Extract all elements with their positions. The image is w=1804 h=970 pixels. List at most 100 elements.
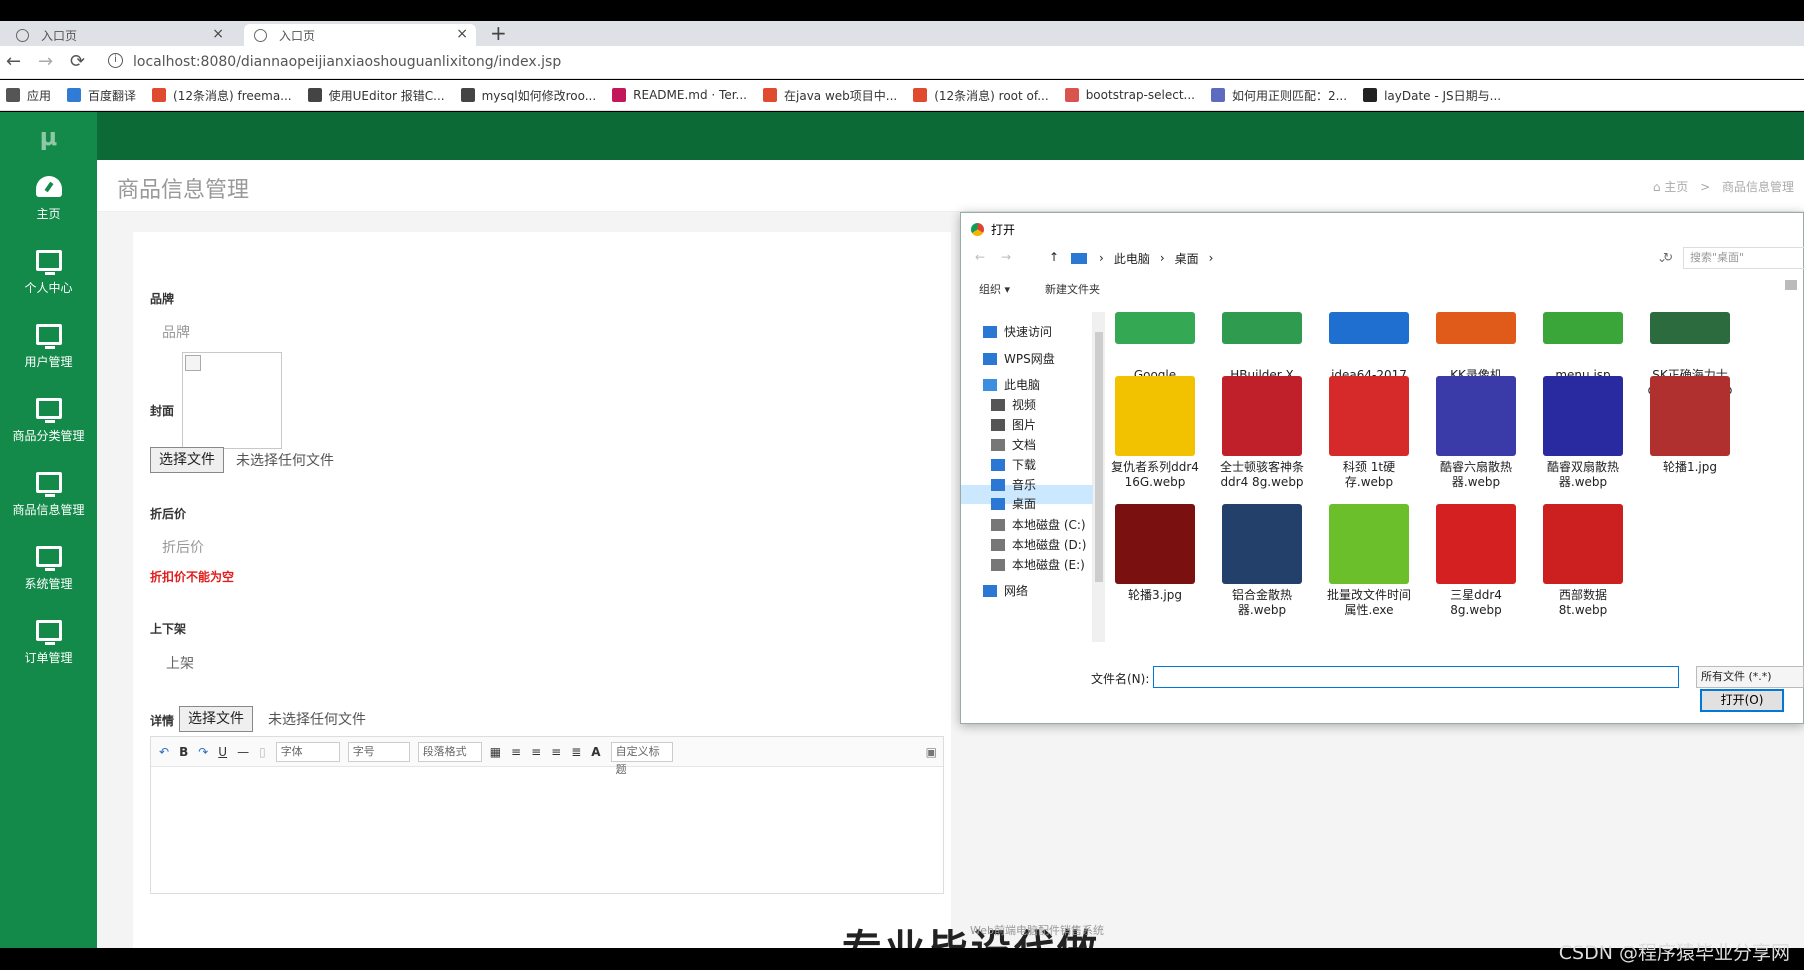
tree-item[interactable]: 图片	[991, 416, 1036, 433]
detail-choose-file-button[interactable]: 选择文件	[179, 706, 253, 732]
rich-text-editor[interactable]: ↶ B ↷ U — ▯ 字体 字号 段落格式 ▦ ≡ ≡ ≡ ≣ A 自定义标题	[150, 736, 944, 894]
bookmark-item[interactable]: (12条消息) root of...	[913, 87, 1049, 104]
sidebar-item[interactable]: 订单管理	[0, 606, 97, 680]
file-item[interactable]: 西部数据8t.webp	[1539, 502, 1627, 618]
reload-icon[interactable]: ⟳	[70, 51, 85, 72]
file-item[interactable]: idea64-2017	[1325, 312, 1413, 383]
tree-item[interactable]: 视频	[991, 396, 1036, 413]
filetype-select[interactable]: 所有文件 (*.*)	[1696, 666, 1804, 688]
undo-icon[interactable]: ↶	[159, 745, 169, 759]
file-item[interactable]: 轮播3.jpg	[1111, 502, 1199, 603]
sidebar-item[interactable]: 商品信息管理	[0, 458, 97, 532]
bookmark-item[interactable]: mysql如何修改roo...	[460, 87, 596, 104]
tree-item[interactable]: 桌面	[991, 495, 1036, 512]
custom-title-select[interactable]: 自定义标题	[610, 741, 673, 776]
align-right-icon[interactable]: ≡	[551, 745, 561, 759]
scrollbar-thumb[interactable]	[1095, 332, 1103, 582]
file-item[interactable]: 批量改文件时间属性.exe	[1325, 502, 1413, 618]
tree-item[interactable]: 本地磁盘 (D:)	[991, 536, 1086, 553]
redo-icon[interactable]: ↷	[198, 745, 208, 759]
sidebar-item[interactable]: 主页	[0, 162, 97, 236]
bold-button[interactable]: B	[179, 745, 188, 759]
tab-close-icon[interactable]: ×	[456, 26, 468, 42]
tree-item[interactable]: 本地磁盘 (E:)	[991, 556, 1085, 573]
bookmark-item[interactable]: bootstrap-select...	[1064, 88, 1195, 102]
cover-choose-file-button[interactable]: 选择文件	[150, 447, 224, 473]
file-item[interactable]: 三星ddr4 8g.webp	[1432, 502, 1520, 618]
open-button[interactable]: 打开(O)	[1700, 689, 1784, 712]
tree-item[interactable]: 本地磁盘 (C:)	[991, 516, 1086, 533]
dialog-title-bar: 打开	[971, 221, 1015, 238]
path-item-desktop[interactable]: 桌面	[1175, 250, 1199, 267]
justify-icon[interactable]: ≣	[571, 745, 581, 759]
tree-item[interactable]: 快速访问	[983, 323, 1052, 340]
path-item-pc[interactable]: 此电脑	[1114, 250, 1150, 267]
file-item[interactable]: 轮播1.jpg	[1646, 374, 1734, 475]
site-info-icon[interactable]: i	[108, 53, 123, 68]
tab-close-icon[interactable]: ×	[212, 26, 224, 42]
shelf-select[interactable]: 上架	[166, 653, 194, 673]
font-color-button[interactable]: A	[591, 745, 600, 759]
organize-button[interactable]: 组织 ▾	[979, 281, 1010, 297]
discount-input[interactable]: 折后价	[162, 537, 204, 557]
file-item[interactable]: KK录像机	[1432, 312, 1520, 383]
sidebar-item[interactable]: 系统管理	[0, 532, 97, 606]
brand-input[interactable]: 品牌	[162, 322, 190, 342]
sidebar-item[interactable]: 商品分类管理	[0, 384, 97, 458]
address-bar[interactable]: localhost:8080/diannaopeijianxiaoshougua…	[133, 50, 561, 75]
font-size-select[interactable]: 字号	[347, 741, 410, 762]
browser-tab-1[interactable]: 入口页 ×	[6, 24, 232, 46]
horizontal-rule-icon[interactable]: —	[237, 745, 249, 759]
bookmark-item[interactable]: 如何用正则匹配：2...	[1210, 87, 1347, 104]
tree-item[interactable]: 网络	[983, 582, 1028, 599]
tree-item[interactable]: 此电脑	[983, 376, 1040, 393]
tree-item[interactable]: WPS网盘	[983, 350, 1055, 367]
filename-input[interactable]	[1153, 666, 1679, 688]
breadcrumb-home[interactable]: 主页	[1664, 180, 1688, 194]
file-item[interactable]: menu.jsp	[1539, 312, 1627, 383]
tree-scrollbar[interactable]	[1093, 312, 1105, 642]
new-tab-button[interactable]: +	[490, 21, 507, 46]
refresh-icon[interactable]: ↻	[1663, 250, 1673, 264]
sidebar-item[interactable]: 用户管理	[0, 310, 97, 384]
file-item[interactable]: 科颈 1t硬存.webp	[1325, 374, 1413, 490]
bookmark-item[interactable]: layDate - JS日期与...	[1363, 87, 1501, 104]
back-icon[interactable]: ←	[6, 51, 21, 72]
tree-item[interactable]: 文档	[991, 436, 1036, 453]
path-breadcrumb[interactable]: › 此电脑 › 桌面 › ⌄	[1071, 247, 1671, 269]
forward-icon[interactable]: →	[38, 51, 53, 72]
file-item[interactable]: HBuilder X	[1218, 312, 1306, 383]
file-item[interactable]: 铝合金散热器.webp	[1218, 502, 1306, 618]
paragraph-select[interactable]: 段落格式	[417, 741, 482, 762]
top-header	[97, 112, 1804, 160]
sidebar-item[interactable]: 个人中心	[0, 236, 97, 310]
fullscreen-icon[interactable]: ▣	[926, 745, 937, 759]
bookmark-item[interactable]: (12条消息) freema...	[152, 87, 292, 104]
align-center-icon[interactable]: ≡	[531, 745, 541, 759]
table-icon[interactable]: ▦	[490, 745, 501, 759]
underline-button[interactable]: U	[218, 745, 227, 759]
format-icon[interactable]: ▯	[259, 745, 266, 759]
bookmark-item[interactable]: 应用	[6, 87, 51, 104]
back-icon[interactable]: ←	[975, 250, 985, 264]
new-folder-button[interactable]: 新建文件夹	[1045, 281, 1100, 297]
tree-item[interactable]: 音乐	[991, 476, 1036, 493]
file-item[interactable]: 酷睿双扇散热器.webp	[1539, 374, 1627, 490]
file-item[interactable]: 酷睿六扇散热器.webp	[1432, 374, 1520, 490]
file-item[interactable]: 复仇者系列ddr4 16G.webp	[1111, 374, 1199, 490]
align-left-icon[interactable]: ≡	[511, 745, 521, 759]
font-select[interactable]: 字体	[275, 741, 340, 762]
folder-icon	[983, 352, 997, 365]
browser-tab-2[interactable]: 入口页 ×	[244, 24, 476, 46]
forward-icon[interactable]: →	[1001, 250, 1011, 264]
view-options-icon[interactable]	[1785, 280, 1797, 290]
search-desktop-input[interactable]: 搜索"桌面"	[1683, 247, 1804, 269]
bookmark-item[interactable]: 在java web项目中...	[763, 87, 897, 104]
tree-item[interactable]: 下载	[991, 456, 1036, 473]
bookmark-item[interactable]: 使用UEditor 报错C...	[307, 87, 445, 104]
file-item[interactable]: 全士顿骇客神条ddr4 8g.webp	[1218, 374, 1306, 490]
tree-item-label: 本地磁盘 (D:)	[1012, 538, 1087, 552]
bookmark-item[interactable]: 百度翻译	[67, 87, 136, 104]
bookmark-item[interactable]: README.md · Ter...	[612, 88, 747, 102]
up-icon[interactable]: ↑	[1049, 250, 1059, 264]
